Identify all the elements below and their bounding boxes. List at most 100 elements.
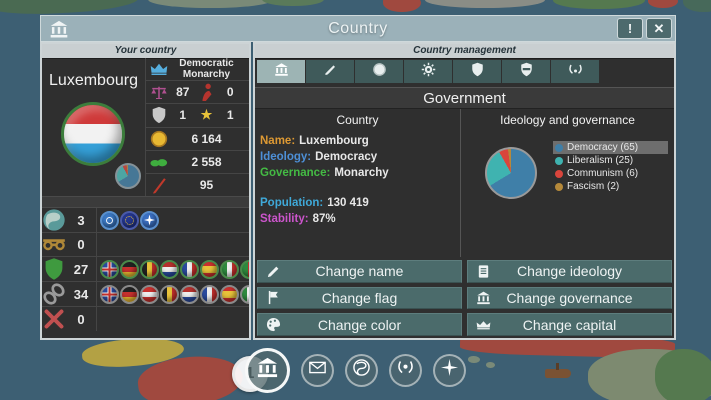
- tab-edit[interactable]: [306, 60, 354, 83]
- your-country-panel: Your country Luxembourg Democratic Monar…: [40, 42, 251, 340]
- country-flag[interactable]: [61, 102, 125, 166]
- bank-icon: [476, 290, 491, 305]
- flag-icon: [266, 290, 281, 305]
- left-panel-separator: [42, 196, 249, 208]
- government-nav-button[interactable]: [245, 348, 290, 393]
- population-field: Population:130 419: [260, 195, 455, 211]
- ideology-heading: Ideology and governance: [466, 113, 669, 127]
- de-flag-badge: [120, 285, 139, 304]
- legend-liberalism[interactable]: Liberalism (25): [553, 154, 668, 167]
- land-value: 2 558: [168, 155, 245, 169]
- map-ship[interactable]: [545, 369, 571, 378]
- vassal-flags: [100, 233, 249, 256]
- nato-flag-badge: [140, 211, 159, 230]
- defensive-pacts-count: 27: [66, 262, 96, 277]
- tab-government[interactable]: [257, 60, 305, 83]
- organizations-row[interactable]: 3: [42, 208, 249, 233]
- ideology-label: Ideology:: [260, 151, 311, 163]
- tab-defense[interactable]: [502, 60, 550, 83]
- tab-military[interactable]: [453, 60, 501, 83]
- change-governance-button[interactable]: Change governance: [467, 287, 672, 310]
- government-type-row: Democratic Monarchy: [146, 58, 249, 81]
- change-flag-label: Change flag: [258, 290, 461, 306]
- change-flag-button[interactable]: Change flag: [257, 287, 462, 310]
- close-button[interactable]: ✕: [646, 18, 672, 39]
- governance-value: Monarchy: [334, 167, 388, 179]
- coin-icon: [372, 62, 387, 82]
- navigate-nav-button[interactable]: [433, 354, 466, 387]
- crown-icon: [476, 317, 491, 332]
- left-panel-header: Your country: [42, 44, 249, 59]
- ideology-pie-chart[interactable]: [485, 147, 537, 199]
- defensive-pacts-row[interactable]: 27: [42, 257, 249, 282]
- spy-mask-icon: [42, 237, 66, 251]
- globe-icon: [353, 359, 370, 381]
- info-button[interactable]: !: [617, 18, 643, 39]
- map-land: [553, 0, 645, 9]
- revolt-value: 0: [216, 85, 246, 99]
- stability-label: Stability:: [260, 213, 309, 225]
- defense-rank-value: 1: [168, 108, 198, 122]
- green-shield-icon: [42, 257, 66, 281]
- revolt-icon: [198, 85, 216, 99]
- stability-field: Stability:87%: [260, 211, 455, 227]
- change-capital-button[interactable]: Change capital: [467, 313, 672, 336]
- fascism-label: Fascism (2): [567, 181, 619, 192]
- gb-flag-badge: [100, 285, 119, 304]
- tab-technology[interactable]: [404, 60, 452, 83]
- change-color-label: Change color: [258, 317, 461, 333]
- defensive-pact-flags: [100, 257, 249, 281]
- star-icon: ★: [198, 108, 216, 122]
- happiness-value: 87: [168, 85, 198, 99]
- it-flag-badge: [220, 260, 239, 279]
- divider: [96, 257, 97, 281]
- wars-row[interactable]: 0: [42, 307, 249, 331]
- change-color-button[interactable]: Change color: [257, 313, 462, 336]
- nl-flag-badge: [160, 260, 179, 279]
- change-ideology-button[interactable]: Change ideology: [467, 260, 672, 283]
- liberalism-dot: [555, 157, 563, 165]
- country-info-column: Country Name:Luxembourg Ideology:Democra…: [255, 109, 461, 257]
- fr-flag-badge: [200, 285, 219, 304]
- map-land: [262, 0, 324, 6]
- at-flag-badge: [140, 285, 159, 304]
- map-land: [148, 0, 273, 8]
- messages-nav-button[interactable]: [301, 354, 334, 387]
- bank-icon: [256, 356, 279, 384]
- alliances-row[interactable]: 34: [42, 282, 249, 307]
- es-flag-badge: [200, 260, 219, 279]
- movement-pen-icon: [150, 178, 168, 192]
- change-governance-label: Change governance: [468, 290, 671, 306]
- map-land: [648, 0, 678, 8]
- ideology-field: Ideology:Democracy: [260, 149, 455, 165]
- legend-democracy[interactable]: Democracy (65): [553, 141, 668, 154]
- country-summary: Luxembourg Democratic Monarchy 87: [42, 58, 249, 196]
- alliance-flags: [100, 282, 249, 306]
- coin-icon: [150, 132, 168, 146]
- world-nav-button[interactable]: [345, 354, 378, 387]
- prestige-rank-value: 1: [216, 108, 246, 122]
- ideology-mini-pie-chart[interactable]: [115, 163, 141, 189]
- game-screen: 1 Country ! ✕ Your country Luxembourg: [0, 0, 711, 400]
- legend-communism[interactable]: Communism (6): [553, 167, 668, 180]
- liberalism-label: Liberalism (25): [567, 155, 633, 166]
- laurel-icon: [568, 62, 583, 82]
- diplomacy-nav-button[interactable]: [389, 354, 422, 387]
- country-name: Luxembourg: [42, 72, 145, 90]
- brush-icon: [323, 62, 338, 82]
- legend-fascism[interactable]: Fascism (2): [553, 180, 668, 193]
- tab-diplomacy[interactable]: [551, 60, 599, 83]
- gb-flag-badge: [100, 260, 119, 279]
- organizations-count: 3: [66, 213, 96, 228]
- vassals-row[interactable]: 0: [42, 233, 249, 257]
- gear-icon: [421, 62, 436, 82]
- change-name-button[interactable]: Change name: [257, 260, 462, 283]
- shield-icon: [470, 62, 485, 82]
- map-land: [655, 349, 711, 400]
- governance-field: Governance:Monarchy: [260, 165, 455, 181]
- wars-count: 0: [66, 312, 96, 327]
- relations-rows: 3 0 27: [42, 208, 249, 331]
- tab-economy[interactable]: [355, 60, 403, 83]
- change-ideology-label: Change ideology: [468, 263, 671, 279]
- map-island: [468, 356, 480, 363]
